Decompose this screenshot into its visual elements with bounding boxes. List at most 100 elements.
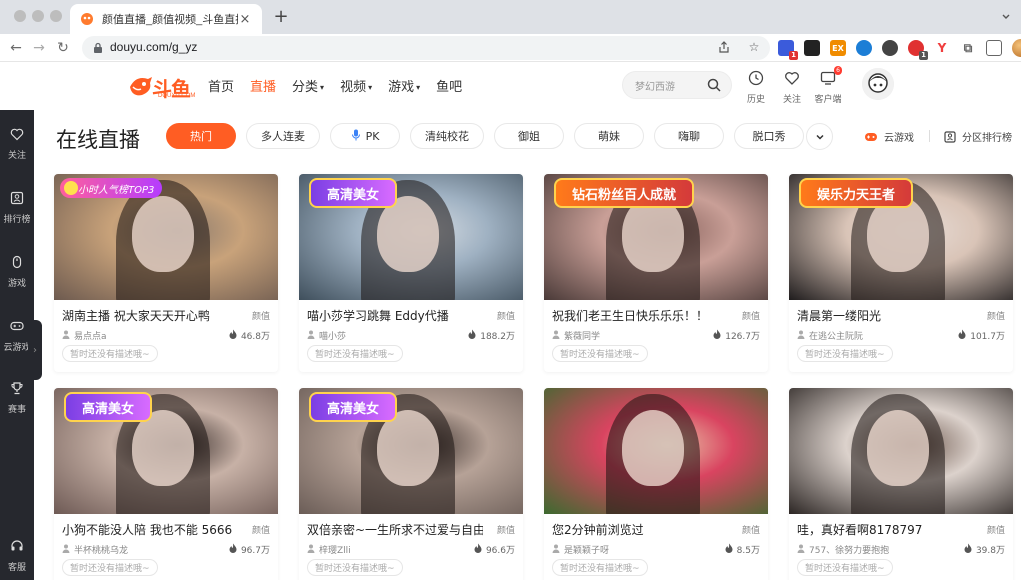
streamer-name[interactable]: 半杯桃桃乌龙	[62, 543, 128, 556]
streamer-name[interactable]: 梓璎Zlli	[307, 543, 351, 556]
filter-chip-0[interactable]: 热门	[166, 123, 236, 149]
stream-thumbnail[interactable]: 钻石粉丝百人成就	[544, 174, 768, 300]
filter-chip-2[interactable]: PK	[330, 123, 400, 149]
nav-item-3[interactable]: 视频 ▾	[340, 76, 372, 95]
extension-globe-icon[interactable]	[856, 40, 872, 56]
nav-item-0[interactable]: 首页	[208, 76, 234, 95]
streamer-name[interactable]: 紫薇同学	[552, 329, 600, 342]
heat-count: 188.2万	[468, 329, 515, 342]
stream-title[interactable]: 清晨第一缕阳光	[797, 307, 973, 324]
back-arrow-icon[interactable]: ←	[6, 38, 26, 58]
sidebar-item-heart-outline[interactable]: 关注	[0, 126, 34, 161]
sidebar-item-rank[interactable]: 排行榜	[0, 190, 34, 225]
stream-title[interactable]: 哇，真好看啊8178797	[797, 521, 973, 538]
header-action-label: 客户端	[814, 95, 842, 105]
stream-card[interactable]: 高清美女 双倍亲密~一生所求不过爱与自由~ 颜值 梓璎Zlli 96.6万 暂时还没有描述…	[299, 388, 523, 580]
extension-exif-icon[interactable]: EX	[830, 40, 846, 56]
tab-search-chevron-icon[interactable]	[1001, 12, 1011, 22]
stream-card[interactable]: 小时人气榜TOP3 湖南主播 祝大家天天开心鸭 颜值 易点点a 46.8万 暂时还没有描述…	[54, 174, 278, 372]
nav-item-2[interactable]: 分类 ▾	[292, 76, 324, 95]
lock-icon[interactable]	[93, 42, 103, 54]
share-icon[interactable]	[716, 39, 732, 55]
gamepad-icon	[865, 132, 877, 141]
sidebar-item-trophy[interactable]: 赛事	[0, 380, 34, 415]
streamer-name[interactable]: 在逃公主阮阮	[797, 329, 863, 342]
nav-item-1[interactable]: 直播	[250, 76, 276, 95]
streamer-name[interactable]: 喵小莎	[307, 329, 346, 342]
filter-chip-4[interactable]: 御姐	[494, 123, 564, 149]
douyu-logo[interactable]: 斗鱼 DOUYU.COM	[128, 71, 196, 101]
window-minimize-button[interactable]	[32, 10, 44, 22]
logo-subtext: DOUYU.COM	[158, 93, 196, 99]
fire-icon	[958, 329, 970, 342]
stream-title[interactable]: 喵小莎学习跳舞 Eddy代播	[307, 307, 483, 324]
bookmark-star-icon[interactable]: ☆	[746, 39, 762, 55]
sidebar-item-label: 赛事	[7, 405, 26, 415]
stream-card[interactable]: 娱乐力天王者 清晨第一缕阳光 颜值 在逃公主阮阮 101.7万 暂时还没有描述哦~	[789, 174, 1013, 372]
stream-thumbnail[interactable]: 娱乐力天王者	[789, 174, 1013, 300]
filter-chip-3[interactable]: 清纯校花	[410, 123, 484, 149]
sidebar-expand-chevron-icon[interactable]: ›	[28, 320, 42, 380]
header-action-客户端[interactable]: 客户端 6	[814, 66, 842, 105]
window-zoom-button[interactable]	[50, 10, 62, 22]
stream-thumbnail[interactable]	[544, 388, 768, 514]
stream-category: 颜值	[496, 312, 515, 322]
search-input[interactable]: 梦幻西游	[635, 78, 675, 93]
stream-title[interactable]: 小狗不能没人陪 我也不能 5666	[62, 521, 238, 538]
cloud-game-label: 云游戏	[884, 133, 914, 144]
filter-chip-1[interactable]: 多人连麦	[246, 123, 320, 149]
search-box[interactable]: 梦幻西游	[622, 71, 732, 99]
cloud-game-link[interactable]: 云游戏	[864, 129, 914, 144]
extension-disc-icon[interactable]	[882, 40, 898, 56]
window-close-button[interactable]	[14, 10, 26, 22]
filter-chip-6[interactable]: 嗨聊	[654, 123, 724, 149]
sidebar-item-headset[interactable]: 客服	[0, 538, 34, 573]
side-panel-icon[interactable]	[986, 40, 1002, 56]
stream-thumbnail[interactable]: 高清美女	[54, 388, 278, 514]
nav-item-4[interactable]: 游戏 ▾	[388, 76, 420, 95]
address-bar[interactable]: douyu.com/g_yz ☆	[82, 36, 770, 60]
nav-item-5[interactable]: 鱼吧	[436, 76, 462, 95]
extensions-puzzle-icon[interactable]: ⧉	[960, 40, 976, 56]
stream-thumbnail[interactable]: 高清美女	[299, 388, 523, 514]
stream-title[interactable]: 祝我们老王生日快乐乐乐！！	[552, 307, 728, 324]
stream-thumbnail[interactable]	[789, 388, 1013, 514]
streamer-name-text: 紫薇同学	[564, 332, 601, 342]
streamer-name[interactable]: 易点点a	[62, 329, 107, 342]
stream-thumbnail[interactable]: 小时人气榜TOP3	[54, 174, 278, 300]
extension-tool-icon[interactable]: Y	[934, 40, 950, 56]
user-avatar[interactable]	[862, 68, 894, 100]
filter-chip-7[interactable]: 脱口秀	[734, 123, 804, 149]
stream-category: 颜值	[741, 312, 760, 322]
category-rank-link[interactable]: 分区排行榜	[944, 129, 1012, 144]
extension-red-icon[interactable]: 1	[908, 40, 928, 60]
stream-card[interactable]: 高清美女 喵小莎学习跳舞 Eddy代播 颜值 喵小莎 188.2万 暂时还没有描述哦~	[299, 174, 523, 372]
filter-chip-label: 清纯校花	[425, 130, 469, 143]
browser-tab-strip: 颜值直播_颜值视频_斗鱼直播 × +	[0, 0, 1021, 34]
tab-close-icon[interactable]: ×	[238, 12, 252, 27]
extension-grid-icon[interactable]: 1	[778, 40, 798, 60]
more-filters-button[interactable]	[806, 123, 833, 150]
stream-thumbnail[interactable]: 高清美女	[299, 174, 523, 300]
rank-label: 分区排行榜	[962, 133, 1012, 144]
stream-card[interactable]: 钻石粉丝百人成就 祝我们老王生日快乐乐乐！！ 颜值 紫薇同学 126.7万 暂时还没有描述…	[544, 174, 768, 372]
browser-tab[interactable]: 颜值直播_颜值视频_斗鱼直播 ×	[70, 4, 262, 34]
header-action-历史[interactable]: 历史	[744, 70, 768, 105]
stream-title[interactable]: 湖南主播 祝大家天天开心鸭	[62, 307, 238, 324]
reload-icon[interactable]: ↻	[53, 38, 73, 58]
search-icon[interactable]	[707, 78, 721, 92]
sidebar-item-mouse[interactable]: 游戏	[0, 254, 34, 289]
stream-card[interactable]: 您2分钟前浏览过 颜值 是颖颖子呀 8.5万 暂时还没有描述哦~	[544, 388, 768, 580]
new-tab-button[interactable]: +	[271, 6, 291, 28]
extension-panda-icon[interactable]	[804, 40, 820, 56]
stream-card[interactable]: 哇，真好看啊8178797 颜值 757、徐努力要抱抱 39.8万 暂时还没有描述哦~	[789, 388, 1013, 580]
streamer-name[interactable]: 是颖颖子呀	[552, 543, 609, 556]
stream-card[interactable]: 高清美女 小狗不能没人陪 我也不能 5666 颜值 半杯桃桃乌龙 96.7万 暂时还没有描…	[54, 388, 278, 580]
profile-avatar-icon[interactable]	[1012, 39, 1021, 57]
streamer-name[interactable]: 757、徐努力要抱抱	[797, 543, 889, 556]
stream-title[interactable]: 双倍亲密~一生所求不过爱与自由~	[307, 521, 483, 538]
stream-title[interactable]: 您2分钟前浏览过	[552, 521, 728, 538]
filter-chip-5[interactable]: 萌妹	[574, 123, 644, 149]
header-action-关注[interactable]: 关注	[780, 70, 804, 105]
forward-arrow-icon[interactable]: →	[29, 38, 49, 58]
